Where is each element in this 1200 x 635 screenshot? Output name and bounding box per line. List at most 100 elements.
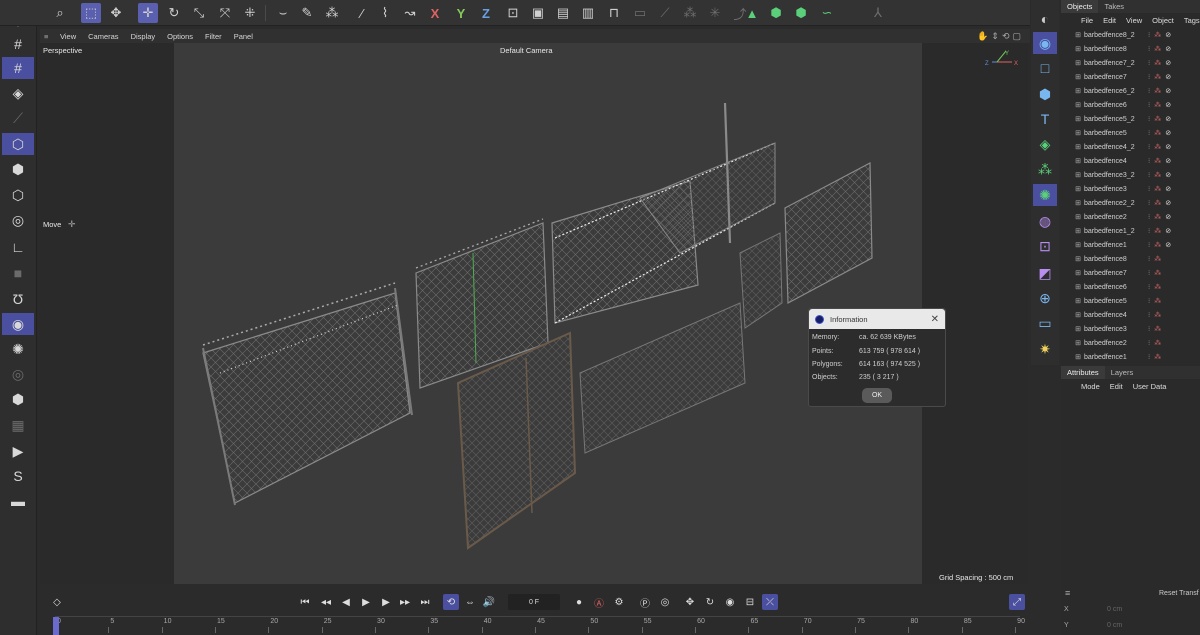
- boole-icon[interactable]: ⬢: [791, 3, 811, 23]
- menu-file[interactable]: File: [1081, 16, 1093, 25]
- menu-edit[interactable]: Edit: [1103, 16, 1116, 25]
- visibility-dots-icon[interactable]: ⁝: [1148, 115, 1150, 123]
- object-row[interactable]: ⊞ barbedfence1 ⁝ ⁂: [1061, 350, 1200, 364]
- cube-object-icon[interactable]: ⬢: [1033, 83, 1057, 105]
- disabled-icon[interactable]: ⊘: [1165, 199, 1171, 207]
- disabled-icon[interactable]: ⊘: [1165, 129, 1171, 137]
- visibility-dots-icon[interactable]: ⁝: [1148, 185, 1150, 193]
- disabled-icon[interactable]: ⊘: [1165, 241, 1171, 249]
- object-row[interactable]: ⊞ barbedfence6 ⁝ ⁂: [1061, 280, 1200, 294]
- tag-icon[interactable]: ⁂: [1154, 241, 1161, 249]
- visibility-dots-icon[interactable]: ⁝: [1148, 59, 1150, 67]
- key-settings-icon[interactable]: ⚙: [611, 594, 627, 610]
- menu-mode[interactable]: Mode: [1081, 382, 1100, 391]
- key-param-icon[interactable]: ◉: [722, 594, 738, 610]
- visibility-dots-icon[interactable]: ⁝: [1148, 73, 1150, 81]
- bend-icon[interactable]: ⅄: [868, 3, 888, 23]
- visibility-dots-icon[interactable]: ⁝: [1148, 297, 1150, 305]
- scale-tool-icon[interactable]: ⤡: [189, 3, 209, 23]
- disabled-icon[interactable]: ⊘: [1165, 45, 1171, 53]
- tag-icon[interactable]: ⁂: [1154, 311, 1161, 319]
- cube-points-icon[interactable]: ◈: [2, 82, 34, 104]
- connect-icon[interactable]: ∽: [817, 3, 837, 23]
- object-row[interactable]: ⊞ barbedfence6_2 ⁝ ⁂ ⊘: [1061, 84, 1200, 98]
- texture-icon[interactable]: ■: [2, 262, 34, 284]
- tag-icon[interactable]: ⁂: [1154, 227, 1161, 235]
- cloner-icon[interactable]: ▲: [742, 3, 762, 23]
- object-row[interactable]: ⊞ barbedfence1_2 ⁝ ⁂ ⊘: [1061, 224, 1200, 238]
- keyframe-icon[interactable]: ◇: [49, 594, 65, 610]
- menu-view[interactable]: View: [60, 32, 76, 41]
- viewport-solo-icon[interactable]: ▭: [630, 3, 650, 23]
- polygon-mode-icon[interactable]: ⬢: [2, 158, 34, 180]
- tab-attributes[interactable]: Attributes: [1061, 366, 1105, 379]
- tag-icon[interactable]: ⁂: [1154, 185, 1161, 193]
- light-object-icon[interactable]: ✷: [1033, 338, 1057, 360]
- render-settings-icon[interactable]: ▥: [578, 3, 598, 23]
- visibility-dots-icon[interactable]: ⁝: [1148, 311, 1150, 319]
- current-frame-field[interactable]: 0 F: [508, 594, 560, 610]
- mograph-object-icon[interactable]: ⁂: [1033, 158, 1057, 180]
- y-axis-lock-icon[interactable]: Y: [451, 3, 471, 23]
- live-selection-icon[interactable]: ✥: [106, 3, 126, 23]
- reset-transform-button[interactable]: Reset Transf: [1159, 590, 1199, 597]
- camera-object-icon[interactable]: ◉: [1033, 32, 1057, 54]
- loop-icon[interactable]: ⟲: [443, 594, 459, 610]
- visibility-dots-icon[interactable]: ⁝: [1148, 353, 1150, 361]
- next-frame-icon[interactable]: ▶: [378, 594, 394, 610]
- visibility-dots-icon[interactable]: ⁝: [1148, 87, 1150, 95]
- playback-range-icon[interactable]: ⇔: [462, 594, 478, 610]
- key-mode-icon[interactable]: ⤫: [762, 594, 778, 610]
- visibility-dots-icon[interactable]: ⁝: [1148, 101, 1150, 109]
- tag-icon[interactable]: ⁂: [1154, 45, 1161, 53]
- text-object-icon[interactable]: T: [1033, 108, 1057, 130]
- disabled-icon[interactable]: ⊘: [1165, 213, 1171, 221]
- render-picture-icon[interactable]: ▤: [553, 3, 573, 23]
- pivot-icon[interactable]: ⁜: [240, 3, 260, 23]
- z-axis-lock-icon[interactable]: Z: [476, 3, 496, 23]
- object-row[interactable]: ⊞ barbedfence8 ⁝ ⁂: [1061, 252, 1200, 266]
- object-row[interactable]: ⊞ barbedfence3 ⁝ ⁂ ⊘: [1061, 182, 1200, 196]
- record-icon[interactable]: ●: [571, 594, 587, 610]
- key-move-icon[interactable]: ✥: [682, 594, 698, 610]
- tab-layers[interactable]: Layers: [1105, 366, 1140, 379]
- close-icon[interactable]: ✕: [931, 314, 939, 325]
- visibility-dots-icon[interactable]: ⁝: [1148, 255, 1150, 263]
- object-row[interactable]: ⊞ barbedfence7 ⁝ ⁂: [1061, 266, 1200, 280]
- visibility-dots-icon[interactable]: ⁝: [1148, 283, 1150, 291]
- menu-tags[interactable]: Tags: [1184, 16, 1200, 25]
- lock-workplane-icon[interactable]: ▦: [2, 414, 34, 436]
- playhead[interactable]: [53, 617, 59, 635]
- tag-icon[interactable]: ⁂: [1154, 73, 1161, 81]
- fcurve-icon[interactable]: ⤢: [1009, 594, 1025, 610]
- environment-object-icon[interactable]: ⊕: [1033, 287, 1057, 309]
- uv-icon[interactable]: ∟: [2, 236, 34, 258]
- coordinate-system-icon[interactable]: ⊡: [503, 3, 523, 23]
- selection-tool-icon[interactable]: ⬚: [81, 3, 101, 23]
- sound-icon[interactable]: 🔊: [481, 594, 497, 610]
- menu-view[interactable]: View: [1126, 16, 1142, 25]
- x-coord-value[interactable]: 0 cm: [1107, 606, 1122, 613]
- folder-icon[interactable]: ▬: [2, 490, 34, 512]
- go-start-icon[interactable]: ⏮: [297, 594, 313, 610]
- timeline-ruler[interactable]: 051015202530354045505560657075808590: [53, 616, 1025, 635]
- object-row[interactable]: ⊞ barbedfence1 ⁝ ⁂ ⊘: [1061, 238, 1200, 252]
- rotate-tool-icon[interactable]: ↻: [164, 3, 184, 23]
- spline-pen-icon[interactable]: ⌣: [273, 3, 293, 23]
- workplane-icon[interactable]: #: [2, 57, 34, 79]
- visibility-dots-icon[interactable]: ⁝: [1148, 45, 1150, 53]
- tag-icon[interactable]: ⁂: [1154, 157, 1161, 165]
- play-panel-icon[interactable]: ▶: [2, 440, 34, 462]
- tag-icon[interactable]: ⁂: [1154, 143, 1161, 151]
- tag-icon[interactable]: ⁂: [1154, 283, 1161, 291]
- object-row[interactable]: ⊞ barbedfence2_2 ⁝ ⁂ ⊘: [1061, 196, 1200, 210]
- magnet-icon[interactable]: Ʊ: [2, 288, 34, 310]
- disabled-icon[interactable]: ⊘: [1165, 59, 1171, 67]
- tab-objects[interactable]: Objects: [1061, 0, 1099, 13]
- disabled-icon[interactable]: ⊘: [1165, 227, 1171, 235]
- menu-filter[interactable]: Filter: [205, 32, 222, 41]
- sketch-icon[interactable]: ↝: [400, 3, 420, 23]
- axis-mode-icon[interactable]: ◎: [2, 209, 34, 231]
- go-end-icon[interactable]: ⏭: [417, 594, 433, 610]
- grid-icon[interactable]: #: [2, 33, 34, 55]
